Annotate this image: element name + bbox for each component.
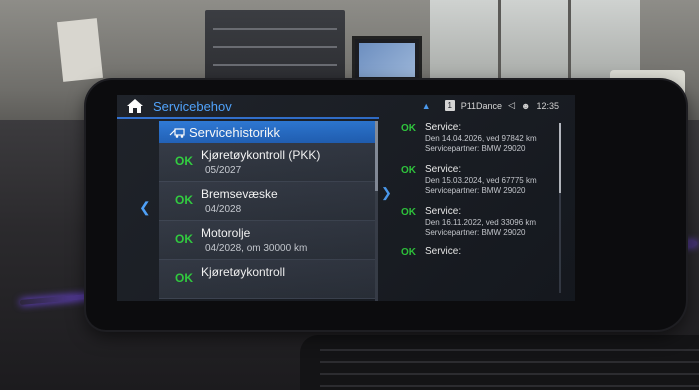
ok-status: OK xyxy=(175,193,193,207)
profile-name: P11Dance xyxy=(460,100,503,111)
service-record: OK Service: Den 16.11.2022, ved 33096 km… xyxy=(399,205,559,247)
ok-status: OK xyxy=(401,207,416,218)
service-history-label: Servicehistorikk xyxy=(189,124,281,140)
service-records: OK Service: Den 14.04.2026, ved 97842 km… xyxy=(399,121,559,301)
service-history-button[interactable]: Servicehistorikk xyxy=(159,121,377,143)
ok-status: OK xyxy=(401,123,416,134)
ok-status: OK xyxy=(175,154,193,168)
list-item-brake-fluid[interactable]: OK Bremsevæske 04/2028 xyxy=(159,182,377,221)
item-due: 05/2027 xyxy=(205,165,242,176)
status-indicators: ▲ 1 P11Dance ◁ ☻ 12:35 xyxy=(422,100,559,111)
ok-status: OK xyxy=(175,271,193,285)
item-title: Kjøretøykontroll xyxy=(201,265,286,279)
ok-status: OK xyxy=(175,232,193,246)
page-title: Servicebehov xyxy=(153,99,232,114)
speaker-icon: ◁ xyxy=(508,100,515,110)
item-due: 04/2028 xyxy=(205,204,242,215)
service-title: Service: xyxy=(425,164,462,175)
ok-status: OK xyxy=(401,165,416,176)
item-title: Bremsevæske xyxy=(201,187,278,201)
item-title: Motorolje xyxy=(201,226,251,240)
records-scrollbar[interactable] xyxy=(559,123,561,293)
service-partner: Servicepartner: BMW 29020 xyxy=(425,186,526,195)
service-date: Den 16.11.2022, ved 33096 km xyxy=(425,218,537,227)
item-due: 04/2028, om 30000 km xyxy=(205,243,308,254)
chevron-left-icon[interactable]: ❮ xyxy=(139,199,151,216)
service-list: Servicehistorikk OK Kjøretøykontroll (PK… xyxy=(159,121,377,301)
service-title: Service: xyxy=(425,246,462,257)
wall-papers xyxy=(56,18,104,82)
service-date: Den 15.03.2024, ved 67775 km xyxy=(425,176,537,185)
service-record: OK Service: Den 15.03.2024, ved 67775 km… xyxy=(399,163,559,205)
list-item-pkk[interactable]: OK Kjøretøykontroll (PKK) 05/2027 xyxy=(159,143,377,182)
list-scrollbar[interactable] xyxy=(375,121,378,301)
infotainment-screen: Servicebehov ▲ 1 P11Dance ◁ ☻ 12:35 ❮ Se… xyxy=(117,95,575,301)
status-bar: Servicebehov ▲ 1 P11Dance ◁ ☻ 12:35 xyxy=(117,95,575,117)
service-partner: Servicepartner: BMW 29020 xyxy=(425,228,526,237)
ok-status: OK xyxy=(401,247,416,258)
service-record: OK Service: Den 14.04.2026, ved 97842 km… xyxy=(399,121,559,163)
service-record: OK Service: xyxy=(399,245,559,287)
service-date: Den 14.04.2026, ved 97842 km xyxy=(425,134,537,143)
service-title: Service: xyxy=(425,206,462,217)
garage-window xyxy=(430,0,640,80)
title-underline xyxy=(117,117,379,119)
clock: 12:35 xyxy=(536,100,559,111)
home-icon[interactable] xyxy=(127,99,143,113)
item-title: Kjøretøykontroll (PKK) xyxy=(201,148,321,162)
phone-badge: 1 xyxy=(444,100,455,111)
chevron-up-icon[interactable]: ▲ xyxy=(422,101,431,111)
air-vent xyxy=(300,335,699,390)
tow-truck-icon xyxy=(169,127,185,138)
background-monitor xyxy=(352,36,422,84)
list-item-vehicle-inspection[interactable]: OK Kjøretøykontroll xyxy=(159,260,377,299)
service-partner: Servicepartner: BMW 29020 xyxy=(425,144,526,153)
chevron-right-icon[interactable]: ❯ xyxy=(381,185,392,201)
user-icon: ☻ xyxy=(520,100,531,111)
service-title: Service: xyxy=(425,122,462,133)
list-item-engine-oil[interactable]: OK Motorolje 04/2028, om 30000 km xyxy=(159,221,377,260)
